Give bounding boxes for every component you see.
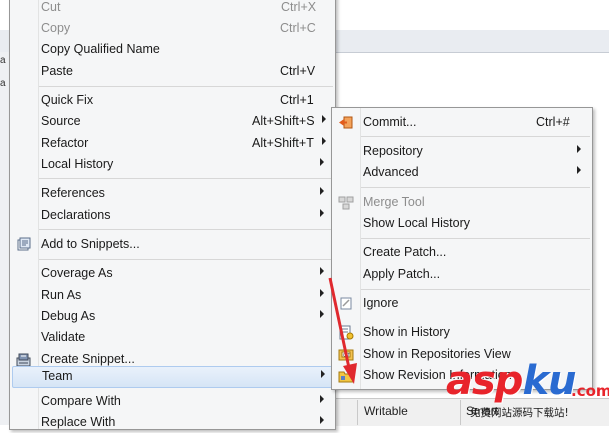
watermark-tagline: 免费网站源码下载站! [470,407,569,419]
watermark-domain: .com [571,382,609,400]
watermark-logo: aspku [446,358,577,404]
